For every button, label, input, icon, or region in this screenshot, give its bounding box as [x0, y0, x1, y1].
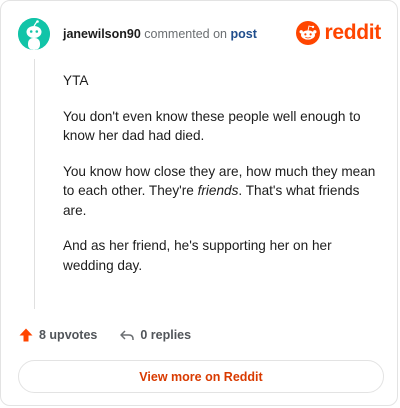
- emphasized-text: friends: [197, 183, 239, 198]
- comment-paragraph: YTA: [63, 73, 89, 88]
- reply-count: 0 replies: [140, 328, 192, 342]
- reply-arrow-icon: [120, 330, 135, 340]
- thread-line: [34, 59, 35, 309]
- reply-button[interactable]: 0 replies: [119, 327, 191, 343]
- comment-body: YTA You don't even know these people wel…: [63, 71, 381, 291]
- comment-footer: 8 upvotes 0 replies: [18, 327, 191, 343]
- reddit-brand-link[interactable]: reddit: [296, 21, 381, 45]
- reddit-wordmark: reddit: [324, 21, 381, 44]
- user-avatar[interactable]: [18, 18, 50, 50]
- upvote-arrow-icon: [19, 328, 33, 342]
- embedded-comment-card: janewilson90 commented on post reddit YT…: [0, 0, 398, 406]
- post-link[interactable]: post: [230, 27, 256, 41]
- comment-paragraph: You know how close they are, how much th…: [63, 162, 381, 221]
- upvote-button[interactable]: 8 upvotes: [18, 327, 97, 343]
- username-link[interactable]: janewilson90: [63, 27, 141, 41]
- comment-header: janewilson90 commented on post: [63, 27, 257, 41]
- action-text: commented on: [144, 27, 227, 41]
- default-snoo-avatar-icon: [18, 18, 50, 50]
- reddit-alien-icon: [296, 21, 321, 45]
- comment-paragraph: You don't even know these people well en…: [63, 108, 361, 144]
- upvote-count: 8 upvotes: [39, 328, 98, 342]
- comment-paragraph: And as her friend, he's supporting her o…: [63, 238, 332, 273]
- view-more-button[interactable]: View more on Reddit: [18, 360, 384, 393]
